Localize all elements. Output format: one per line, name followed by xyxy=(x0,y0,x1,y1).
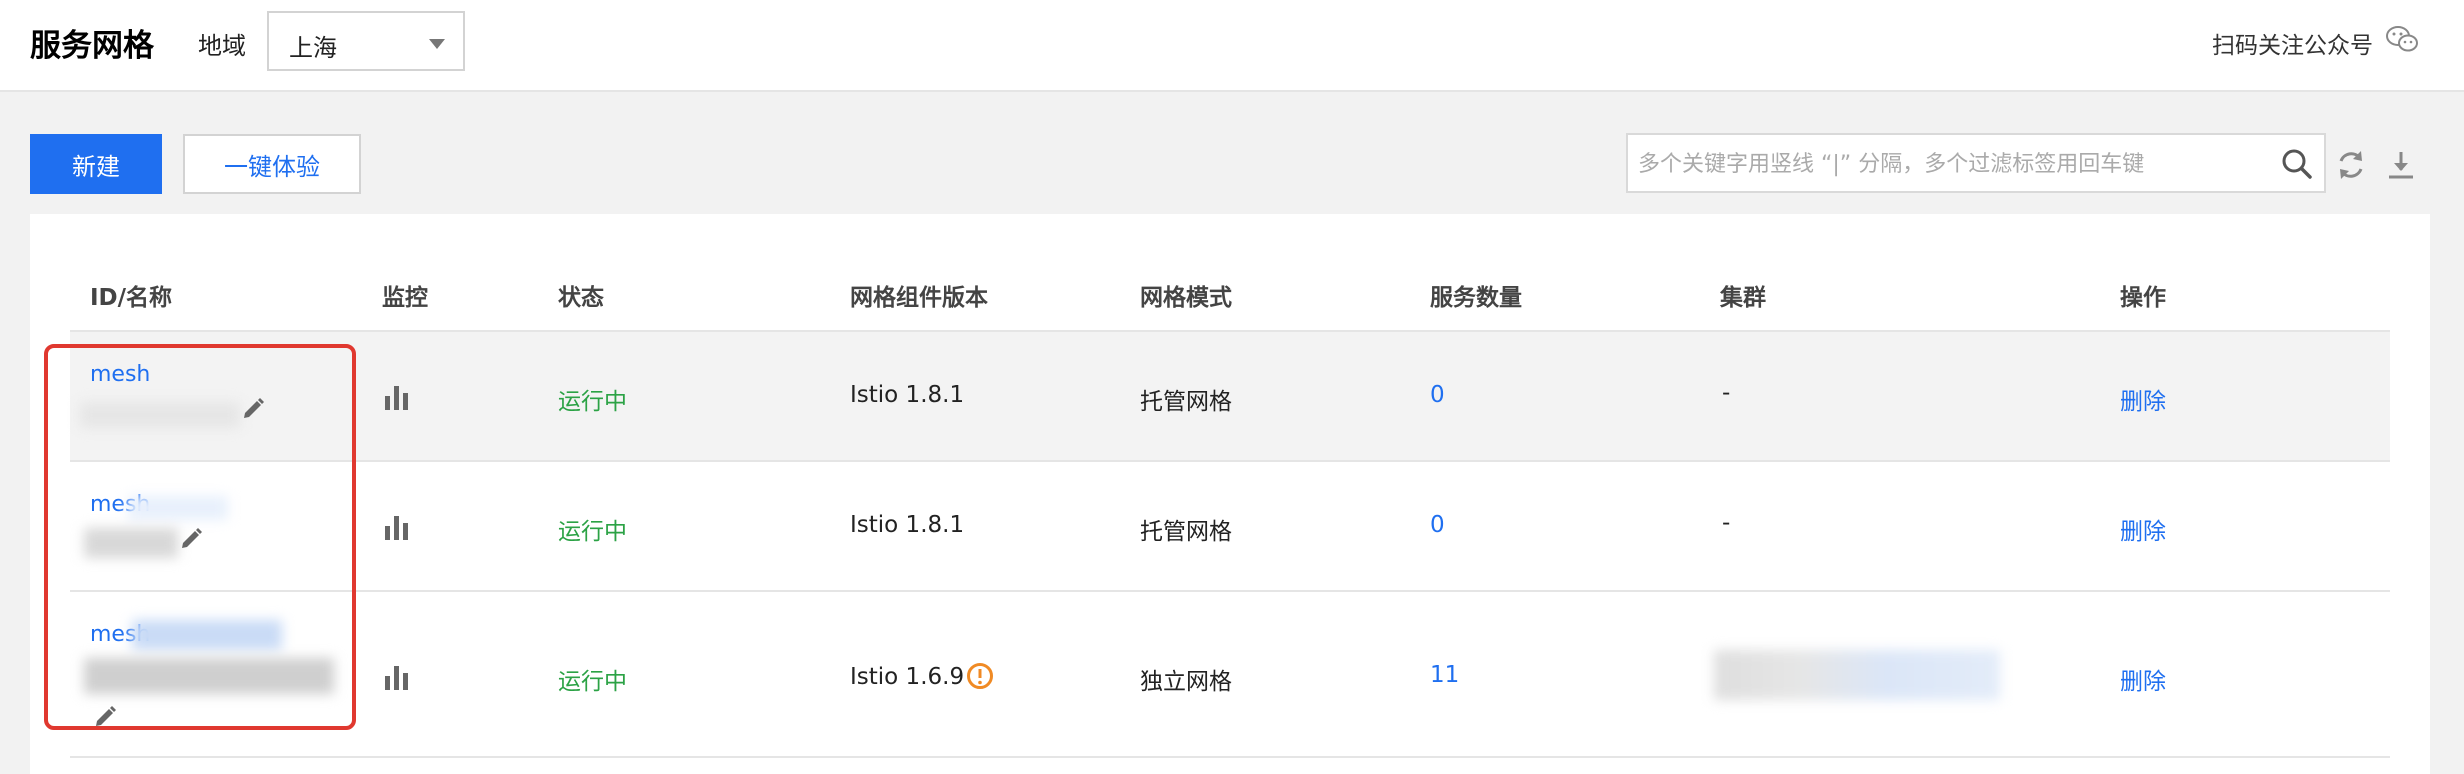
new-button[interactable]: 新建 xyxy=(30,134,162,194)
version-text: Istio 1.6.9 xyxy=(850,664,965,690)
mesh-id-redacted xyxy=(132,620,282,650)
delete-link[interactable]: 删除 xyxy=(2120,512,2166,546)
search-box xyxy=(1626,133,2326,193)
delete-link[interactable]: 删除 xyxy=(2120,662,2166,696)
column-header-id-name: ID/名称 xyxy=(90,285,173,311)
refresh-icon[interactable] xyxy=(2334,148,2368,182)
column-header-mode: 网格模式 xyxy=(1140,285,1232,311)
column-header-monitor: 监控 xyxy=(382,285,428,311)
status-text: 运行中 xyxy=(558,389,627,415)
mesh-name-redacted xyxy=(80,402,240,428)
version-text: Istio 1.8.1 xyxy=(850,382,965,408)
service-count-link[interactable]: 0 xyxy=(1430,512,1445,538)
cluster-redacted xyxy=(1714,650,2000,700)
column-header-version: 网格组件版本 xyxy=(850,285,988,311)
warning-icon[interactable] xyxy=(966,662,994,690)
search-input[interactable] xyxy=(1638,145,2258,183)
monitor-chart-icon[interactable] xyxy=(382,662,412,692)
region-select-value: 上海 xyxy=(289,34,337,62)
top-bar: 服务网格 地域 上海 扫码关注公众号 xyxy=(0,0,2464,92)
region-label: 地域 xyxy=(198,32,246,60)
status-text: 运行中 xyxy=(558,669,627,695)
edit-icon[interactable] xyxy=(240,396,266,422)
table-row: mesh 运行中 Istio 1.8.1 托管网格 0 - 删除 xyxy=(70,332,2390,462)
monitor-chart-icon[interactable] xyxy=(382,382,412,412)
delete-link[interactable]: 删除 xyxy=(2120,382,2166,416)
qr-follow-link[interactable]: 扫码关注公众号 xyxy=(2212,26,2373,60)
table-header: ID/名称 监控 状态 网格组件版本 网格模式 服务数量 集群 操作 xyxy=(70,214,2390,332)
region-select[interactable]: 上海 xyxy=(267,11,465,71)
wechat-icon[interactable] xyxy=(2385,24,2419,54)
column-header-status: 状态 xyxy=(558,285,604,311)
edit-icon[interactable] xyxy=(178,526,204,552)
mode-text: 独立网格 xyxy=(1140,669,1232,695)
service-count-link[interactable]: 0 xyxy=(1430,382,1445,408)
column-header-cluster: 集群 xyxy=(1720,285,1766,311)
mode-text: 托管网格 xyxy=(1140,389,1232,415)
edit-icon[interactable] xyxy=(92,704,118,730)
table-row: mesh 运行中 Istio 1.6.9 独立网格 11 删除 xyxy=(70,592,2390,758)
mesh-name-redacted xyxy=(84,658,334,694)
cluster-text: - xyxy=(1722,510,1731,536)
service-count-link[interactable]: 11 xyxy=(1430,662,1459,688)
cluster-text: - xyxy=(1722,380,1731,406)
table-row: mesh 运行中 Istio 1.8.1 托管网格 0 - 删除 xyxy=(70,462,2390,592)
column-header-actions: 操作 xyxy=(2120,285,2166,311)
download-icon[interactable] xyxy=(2384,148,2418,182)
version-cell: Istio 1.6.9 xyxy=(850,662,994,690)
mode-text: 托管网格 xyxy=(1140,519,1232,545)
monitor-chart-icon[interactable] xyxy=(382,512,412,542)
mesh-list-card: ID/名称 监控 状态 网格组件版本 网格模式 服务数量 集群 操作 mesh … xyxy=(30,214,2430,774)
column-header-service-count: 服务数量 xyxy=(1430,285,1522,311)
mesh-id-redacted xyxy=(128,496,228,520)
version-text: Istio 1.8.1 xyxy=(850,512,965,538)
mesh-name-redacted xyxy=(84,528,178,558)
chevron-down-icon xyxy=(429,39,445,49)
search-icon[interactable] xyxy=(2280,147,2314,181)
one-click-try-button[interactable]: 一键体验 xyxy=(183,134,361,194)
status-text: 运行中 xyxy=(558,519,627,545)
mesh-id-link[interactable]: mesh xyxy=(90,362,150,387)
page-title: 服务网格 xyxy=(30,28,154,64)
